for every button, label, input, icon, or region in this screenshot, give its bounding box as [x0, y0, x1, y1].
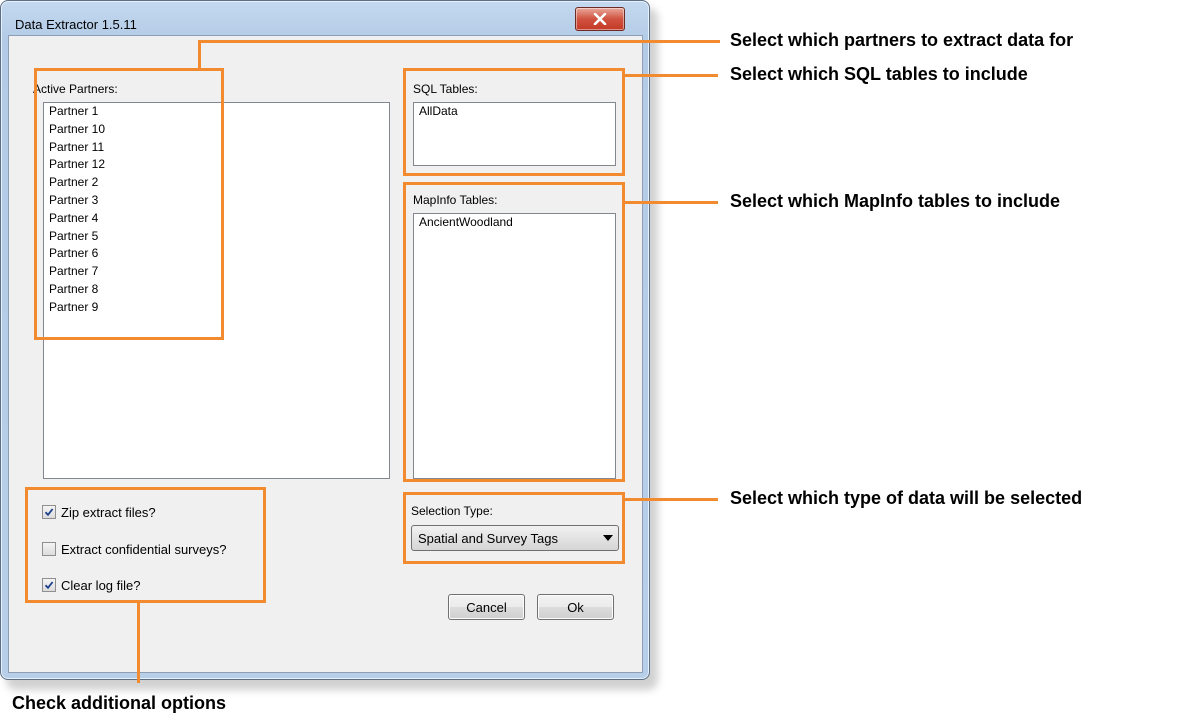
ok-button[interactable]: Ok	[537, 594, 614, 620]
options-connector	[137, 603, 140, 683]
partners-highlight-box	[34, 68, 224, 340]
title-bar[interactable]: Data Extractor 1.5.11	[1, 1, 649, 35]
cancel-button[interactable]: Cancel	[448, 594, 525, 620]
window-title: Data Extractor 1.5.11	[15, 17, 137, 32]
partners-connector-vertical	[198, 40, 201, 69]
annotation-partners: Select which partners to extract data fo…	[730, 30, 1074, 50]
annotation-mapinfo: Select which MapInfo tables to include	[730, 191, 1061, 211]
close-button[interactable]	[575, 7, 625, 31]
selection-connector	[625, 498, 718, 501]
close-icon	[593, 10, 607, 29]
mapinfo-tables-highlight-box	[403, 182, 625, 482]
sql-tables-highlight-box	[403, 68, 625, 176]
partners-connector-horizontal	[198, 40, 720, 43]
annotation-options: Check additional options	[12, 693, 227, 713]
annotation-selection: Select which type of data will be select…	[730, 488, 1083, 508]
selection-type-highlight-box	[403, 492, 625, 564]
mapinfo-connector	[625, 201, 718, 204]
annotation-sql: Select which SQL tables to include	[730, 64, 1028, 84]
sql-connector	[625, 74, 718, 77]
options-highlight-box	[25, 487, 266, 603]
